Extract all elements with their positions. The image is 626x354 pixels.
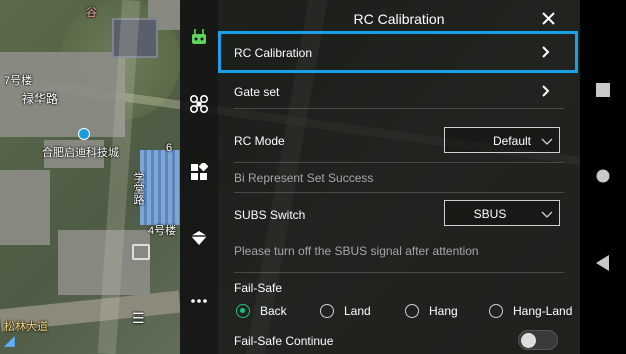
failsafe-option-label: Land [344,304,371,318]
map-building-roof [140,150,180,225]
rc-mode-value: Default [492,134,531,148]
divider [234,192,564,193]
map-poi-icon[interactable] [78,128,90,140]
chevron-down-icon [541,208,553,218]
panel-title: RC Calibration [353,11,445,27]
divider [234,108,564,109]
failsafe-option-label: Hang-Land [513,304,573,318]
location-arrow-icon[interactable]: ◢ [4,332,20,348]
system-nav-bar [580,0,626,354]
more-icon[interactable] [180,298,218,304]
map-label: 学堂路 [132,172,144,205]
radio-button [405,304,419,318]
chevron-right-icon [540,84,552,98]
rc-calibration-panel: RC Calibration RC Calibration Gate set R… [218,0,580,354]
failsafe-label: Fail-Safe [234,281,283,295]
map-layers-icon[interactable] [132,244,150,260]
chevron-right-icon [540,45,552,59]
failsafe-option-land[interactable]: Land [320,304,371,318]
failsafe-option-label: Back [260,304,287,318]
rc-mode-select[interactable]: Default [444,127,560,153]
radio-button [489,304,503,318]
radio-button [320,304,334,318]
remote-controller-icon[interactable] [180,28,218,46]
map-label: 谷 [86,7,97,19]
subs-switch-label: SUBS Switch [234,208,306,222]
failsafe-option-hang[interactable]: Hang [405,304,458,318]
failsafe-continue-toggle[interactable] [518,330,558,350]
map-label: 禄华路 [22,92,59,106]
map-label: 6 [166,142,173,154]
back-button[interactable] [580,254,626,272]
map-tile-overlay [0,170,50,245]
close-icon[interactable] [538,8,558,28]
side-toolbar [180,0,218,354]
failsafe-option-label: Hang [429,304,458,318]
map-tile-overlay [0,52,125,137]
map-label: 合肥启迪科技城 [42,147,119,159]
subs-switch-select[interactable]: SBUS [444,200,560,226]
map-legend-icon[interactable]: ☰ [132,310,145,327]
home-button[interactable] [580,168,626,184]
failsafe-option-back[interactable]: Back [236,304,287,318]
map-label: 7号楼 [4,75,33,87]
recent-apps-button[interactable] [580,82,626,98]
apps-grid-icon[interactable] [180,163,218,181]
divider [234,272,564,273]
divider [234,162,564,163]
radio-button [236,304,250,318]
map-label: 4号楼 [148,225,177,237]
bi-status-text: Bi Represent Set Success [234,171,374,185]
failsafe-option-hang-land[interactable]: Hang-Land [489,304,572,318]
failsafe-continue-label: Fail-Safe Continue [234,334,334,348]
toggle-knob [521,333,536,348]
gate-set-label: Gate set [234,85,280,99]
drone-icon[interactable] [180,94,218,114]
rc-calibration-label: RC Calibration [234,46,313,60]
subs-switch-value: SBUS [473,207,507,221]
gimbal-icon[interactable] [180,230,218,246]
rc-mode-label: RC Mode [234,134,285,148]
sbus-hint-text: Please turn off the SBUS signal after at… [234,244,479,258]
chevron-down-icon [541,135,553,145]
